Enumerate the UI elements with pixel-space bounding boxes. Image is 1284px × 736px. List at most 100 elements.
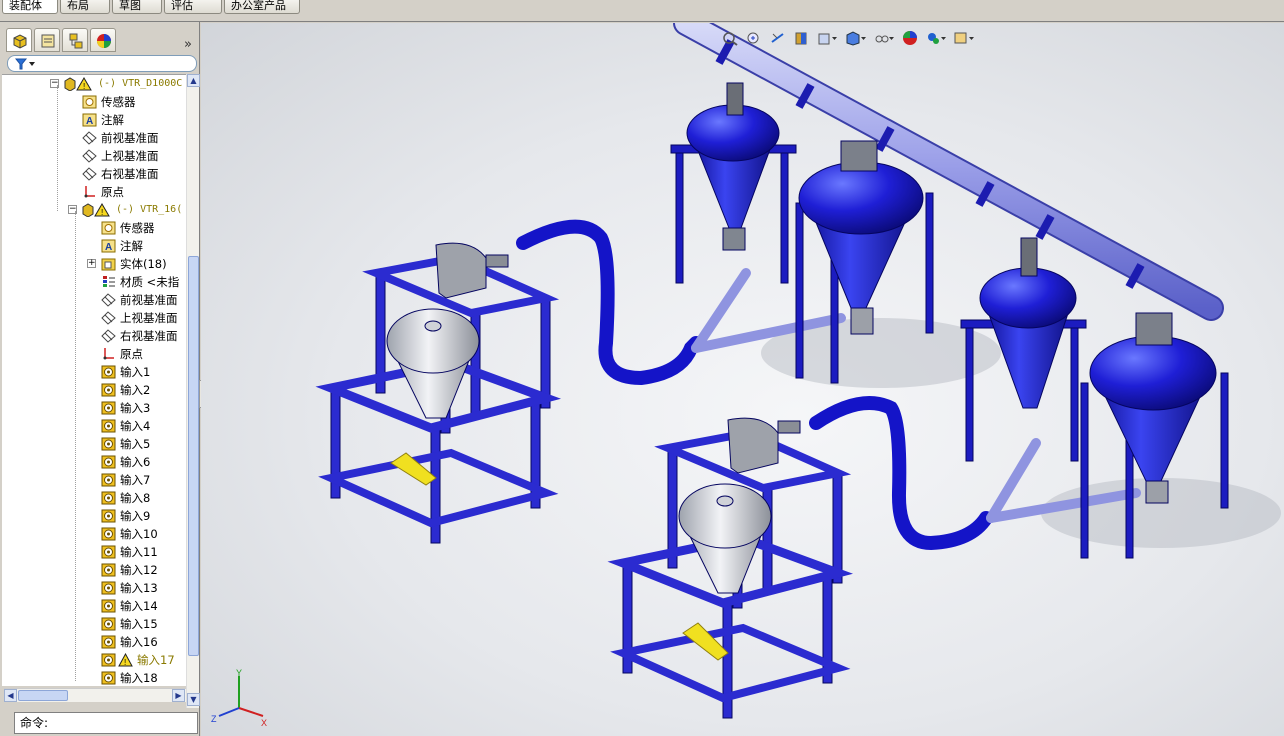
- tree-item-label: 上视基准面: [101, 149, 159, 163]
- view-orientation-icon[interactable]: [817, 30, 837, 46]
- tree-item[interactable]: A 注解: [2, 237, 186, 255]
- property-manager-tab[interactable]: [34, 28, 60, 52]
- tree-item[interactable]: 输入6: [2, 453, 186, 471]
- scroll-up-icon[interactable]: ▲: [187, 74, 200, 87]
- plane-icon: [101, 311, 116, 325]
- annotation-icon: A: [101, 239, 116, 253]
- scroll-right-icon[interactable]: ▶: [172, 689, 185, 702]
- tree-item[interactable]: 传感器: [2, 219, 186, 237]
- expand-node-icon[interactable]: +: [87, 259, 96, 268]
- import-icon: [101, 563, 116, 577]
- tree-item[interactable]: 输入2: [2, 381, 186, 399]
- tree-item[interactable]: A 注解: [2, 111, 186, 129]
- previous-view-icon[interactable]: [769, 30, 787, 46]
- tree-item[interactable]: 原点: [2, 183, 186, 201]
- tree-item-label: 传感器: [120, 221, 155, 235]
- collapse-panel-button[interactable]: »: [184, 37, 192, 52]
- svg-text:!: !: [83, 82, 85, 91]
- tree-horizontal-scrollbar[interactable]: ◀ ▶: [4, 688, 186, 702]
- import-icon: [101, 473, 116, 487]
- tree-item[interactable]: 输入14: [2, 597, 186, 615]
- feature-manager-tab[interactable]: [6, 28, 32, 52]
- feature-manager-icon: [13, 34, 27, 49]
- tree-item[interactable]: 输入12: [2, 561, 186, 579]
- scrollbar-thumb[interactable]: [188, 256, 199, 656]
- tree-item-label: 输入14: [120, 599, 158, 613]
- tab-layout[interactable]: 布局: [60, 0, 110, 14]
- zoom-area-icon[interactable]: [745, 30, 763, 46]
- tab-assembly[interactable]: 装配体: [2, 0, 58, 14]
- tree-item[interactable]: 传感器: [2, 93, 186, 111]
- tree-item-label: 材质 <未指: [120, 275, 180, 289]
- configuration-manager-tab[interactable]: [62, 28, 88, 52]
- tree-item-label: 输入2: [120, 383, 151, 397]
- tree-item[interactable]: 上视基准面: [2, 147, 186, 165]
- tree-item[interactable]: 输入8: [2, 489, 186, 507]
- tree-root-assembly[interactable]: −! (-) VTR_D1000C: [2, 75, 186, 93]
- tree-connector: [75, 211, 76, 681]
- tree-item[interactable]: 原点: [2, 345, 186, 363]
- tree-item-label: 右视基准面: [101, 167, 159, 181]
- tree-item[interactable]: 材质 <未指: [2, 273, 186, 291]
- hopper-station-1: [315, 242, 562, 544]
- import-icon: [101, 365, 116, 379]
- tree-item[interactable]: 前视基准面: [2, 129, 186, 147]
- tree-item-label: 原点: [120, 347, 143, 361]
- section-view-icon[interactable]: [793, 30, 811, 46]
- tree-item[interactable]: 输入18: [2, 669, 186, 686]
- tree-item[interactable]: 输入4: [2, 417, 186, 435]
- zoom-to-fit-icon[interactable]: [721, 30, 739, 46]
- import-icon: [101, 419, 116, 433]
- display-style-icon[interactable]: [845, 30, 866, 46]
- scroll-left-icon[interactable]: ◀: [4, 689, 17, 702]
- tree-item[interactable]: 输入3: [2, 399, 186, 417]
- tree-item[interactable]: 输入5: [2, 435, 186, 453]
- tree-item-label: 实体(18): [120, 257, 167, 271]
- command-manager-tabs: 装配体 布局 草图 评估 办公室产品: [0, 0, 1284, 22]
- scrollbar-thumb[interactable]: [18, 690, 68, 701]
- tab-sketch[interactable]: 草图: [112, 0, 162, 14]
- plane-icon: [82, 167, 97, 181]
- view-settings-icon[interactable]: [953, 30, 974, 46]
- tree-item-label: 输入3: [120, 401, 151, 415]
- command-label: 命令:: [20, 716, 49, 730]
- hide-show-items-icon[interactable]: [873, 30, 894, 46]
- tree-item[interactable]: 右视基准面: [2, 165, 186, 183]
- scroll-down-icon[interactable]: ▼: [187, 693, 200, 706]
- tree-item[interactable]: 输入1: [2, 363, 186, 381]
- tree-item[interactable]: 右视基准面: [2, 327, 186, 345]
- assembly-model: [315, 23, 1281, 719]
- edit-appearance-icon[interactable]: [901, 30, 919, 46]
- tree-item[interactable]: 输入16: [2, 633, 186, 651]
- display-manager-tab[interactable]: [90, 28, 116, 52]
- tree-item[interactable]: 输入9: [2, 507, 186, 525]
- import-icon: [101, 617, 116, 631]
- tree-item[interactable]: 输入7: [2, 471, 186, 489]
- filter-icon: [15, 58, 35, 70]
- tree-item[interactable]: ! 输入17: [2, 651, 186, 669]
- tree-vertical-scrollbar[interactable]: ▲ ▼: [186, 74, 200, 708]
- sensor-icon: [101, 221, 116, 235]
- tree-item[interactable]: 输入13: [2, 579, 186, 597]
- tree-item[interactable]: 输入10: [2, 525, 186, 543]
- tree-filter-input[interactable]: [7, 55, 197, 72]
- tab-evaluate[interactable]: 评估: [164, 0, 222, 14]
- tree-item[interactable]: 输入11: [2, 543, 186, 561]
- svg-text:A: A: [86, 116, 93, 127]
- tree-subassembly[interactable]: −! (-) VTR_16(: [2, 201, 186, 219]
- tree-item[interactable]: 上视基准面: [2, 309, 186, 327]
- import-warning-icon: [101, 653, 116, 667]
- tree-item[interactable]: 前视基准面: [2, 291, 186, 309]
- triad-z-label: Z: [211, 714, 217, 724]
- tree-item[interactable]: 输入15: [2, 615, 186, 633]
- tree-item-label: 输入10: [120, 527, 158, 541]
- tree-connector: [57, 85, 58, 211]
- apply-scene-icon[interactable]: [925, 30, 946, 46]
- tree-item[interactable]: + 实体(18): [2, 255, 186, 273]
- feature-tree: −! (-) VTR_D1000C 传感器 A 注解 前视基准面 上视基准面 右视基准面 原点 −…: [2, 74, 186, 686]
- tab-office-products[interactable]: 办公室产品: [224, 0, 300, 14]
- command-input[interactable]: 命令:: [14, 712, 198, 734]
- plane-icon: [101, 293, 116, 307]
- tree-item-label: 原点: [101, 185, 124, 199]
- graphics-area[interactable]: Y X Z: [201, 23, 1284, 736]
